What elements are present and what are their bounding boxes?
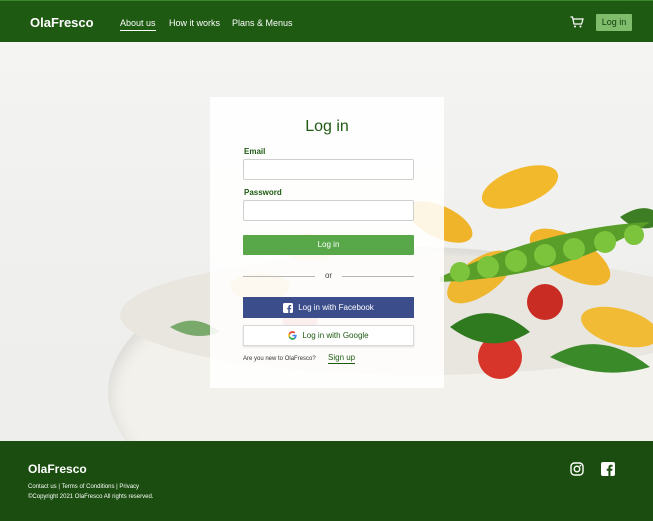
footer-brand: OlaFresco [28,462,87,476]
login-card: Log in Email Password Log in or Log in w… [210,97,444,388]
password-field[interactable] [243,200,414,221]
facebook-login-label: Log in with Facebook [298,303,374,312]
facebook-login-button[interactable]: Log in with Facebook [243,297,414,318]
footer-links[interactable]: Contact us | Terms of Conditions | Priva… [28,484,139,490]
signup-link[interactable]: Sign up [328,353,356,364]
signup-question: Are you new to OlaFresco? [243,356,316,362]
nav-link-plans-menus[interactable]: Plans & Menus [232,18,293,28]
nav-link-how-it-works[interactable]: How it works [169,18,220,28]
hero-background: Log in Email Password Log in or Log in w… [0,42,653,442]
google-login-label: Log in with Google [302,331,369,340]
instagram-icon[interactable] [570,462,584,476]
brand-logo[interactable]: OlaFresco [30,15,94,30]
facebook-icon[interactable] [601,462,615,476]
shopping-cart-icon[interactable] [570,16,584,28]
email-label: Email [244,147,266,156]
or-divider: or [243,271,414,281]
facebook-icon [283,302,294,313]
footer: OlaFresco Contact us | Terms of Conditio… [0,441,653,521]
email-field[interactable] [243,159,414,180]
password-label: Password [244,188,282,197]
login-submit-button[interactable]: Log in [243,235,414,255]
top-navbar: OlaFresco About us How it works Plans & … [0,0,653,42]
google-icon [288,331,297,341]
nav-login-button[interactable]: Log in [596,14,632,31]
nav-link-about-us[interactable]: About us [120,18,156,31]
footer-copyright: ©Copyright 2021 OlaFresco All rights res… [28,494,154,500]
google-login-button[interactable]: Log in with Google [243,325,414,346]
login-title: Log in [305,118,349,135]
